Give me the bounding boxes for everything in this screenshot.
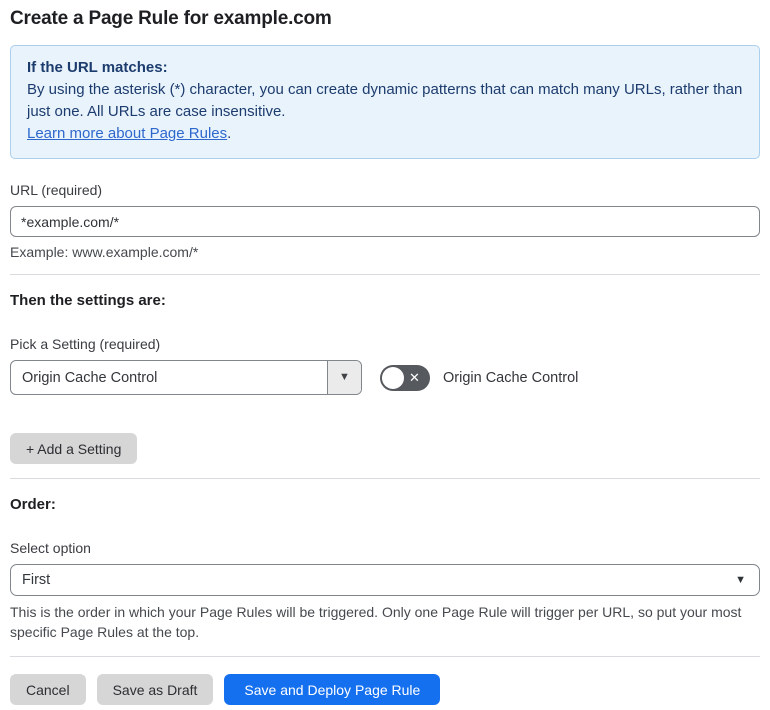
add-setting-button[interactable]: + Add a Setting <box>10 433 138 464</box>
pick-setting-label: Pick a Setting (required) <box>10 336 161 352</box>
toggle-knob <box>382 366 404 389</box>
toggle-off-x-icon: ✕ <box>409 370 420 385</box>
learn-more-link[interactable]: Learn more about Page Rules <box>27 125 227 142</box>
divider <box>10 274 760 275</box>
origin-cache-control-toggle[interactable]: ✕ <box>380 364 430 391</box>
setting-select-value: Origin Cache Control <box>22 369 158 386</box>
divider <box>10 656 760 657</box>
chevron-down-icon: ▼ <box>339 371 350 383</box>
footer-actions: Cancel Save as Draft Save and Deploy Pag… <box>10 674 760 705</box>
select-option-label: Select option <box>10 540 91 556</box>
toggle-label: Origin Cache Control <box>443 369 579 386</box>
create-page-rule-form: Create a Page Rule for example.com If th… <box>0 0 770 705</box>
info-box-heading: If the URL matches: <box>27 59 168 76</box>
setting-row: Origin Cache Control ▼ ✕ Origin Cache Co… <box>10 360 760 395</box>
setting-select-arrow-button[interactable]: ▼ <box>327 361 361 394</box>
settings-section-heading: Then the settings are: <box>10 292 166 309</box>
cancel-button[interactable]: Cancel <box>10 674 86 705</box>
save-as-draft-button[interactable]: Save as Draft <box>96 674 214 705</box>
chevron-down-icon: ▼ <box>735 573 746 586</box>
url-label: URL (required) <box>10 182 103 198</box>
order-section-heading: Order: <box>10 496 56 513</box>
setting-select[interactable]: Origin Cache Control ▼ <box>10 360 362 395</box>
save-and-deploy-button[interactable]: Save and Deploy Page Rule <box>224 674 441 705</box>
link-suffix: . <box>227 125 232 142</box>
url-helper-text: Example: www.example.com/* <box>10 244 199 260</box>
order-select-value: First <box>22 572 51 588</box>
order-helper-text: This is the order in which your Page Rul… <box>10 604 742 640</box>
page-title: Create a Page Rule for example.com <box>10 8 332 29</box>
url-input[interactable] <box>10 206 760 237</box>
info-box-body: By using the asterisk (*) character, you… <box>27 81 743 120</box>
url-match-info-box: If the URL matches: By using the asteris… <box>10 45 760 159</box>
order-select[interactable]: First ▼ <box>10 564 760 596</box>
divider <box>10 478 760 479</box>
info-box-link-line: Learn more about Page Rules. <box>27 123 743 145</box>
